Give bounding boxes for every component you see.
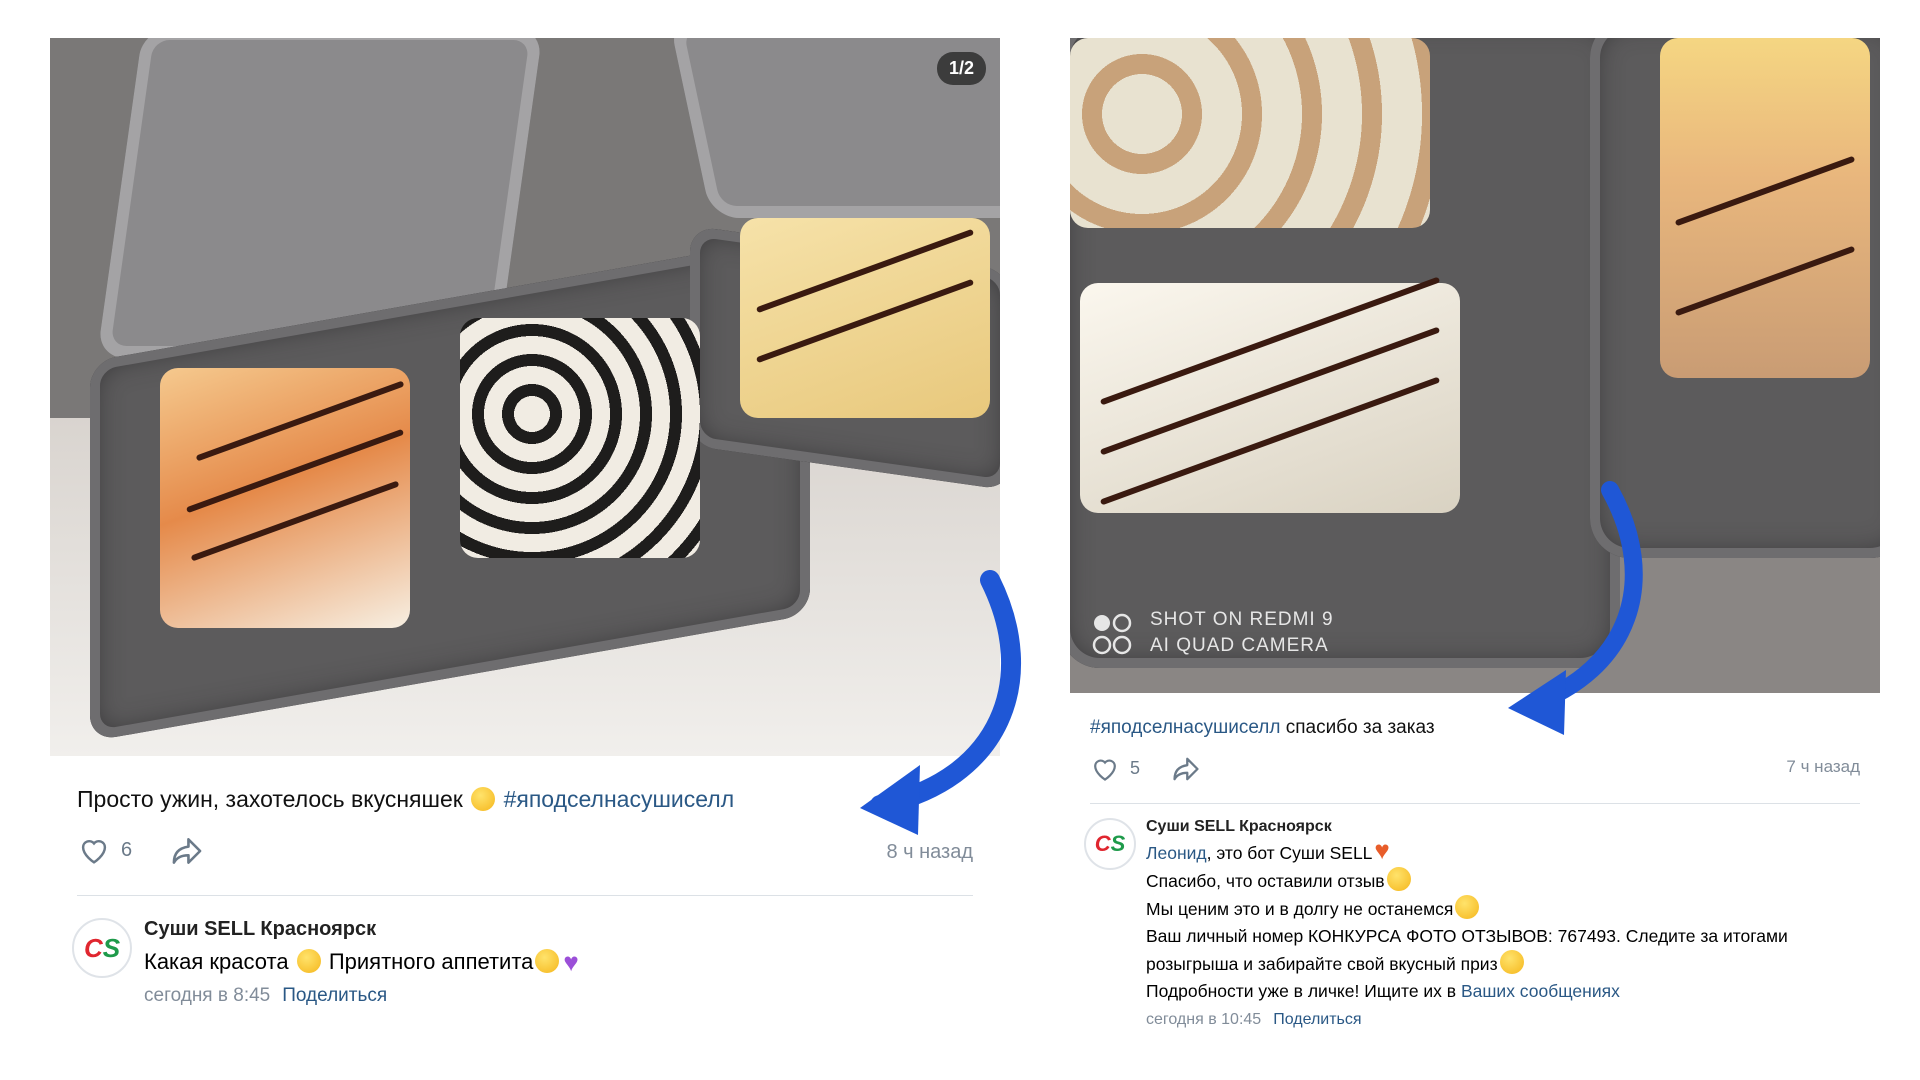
comment: CS Суши SELL Красноярск Какая красота Пр… bbox=[72, 918, 1000, 1007]
orange-heart-icon bbox=[1374, 837, 1396, 864]
comment-author[interactable]: Суши SELL Красноярск bbox=[144, 918, 1000, 941]
like-count: 5 bbox=[1130, 758, 1141, 778]
messages-link[interactable]: Ваших сообщениях bbox=[1461, 981, 1620, 1001]
avatar[interactable]: CS bbox=[72, 918, 132, 978]
comment-text-part: Спасибо, что оставили отзыв bbox=[1146, 871, 1385, 891]
mention-link[interactable]: Леонид bbox=[1146, 843, 1207, 863]
caption-text: Просто ужин, захотелось вкусняшек bbox=[77, 786, 470, 812]
purple-heart-icon bbox=[563, 947, 585, 978]
heart-eyes-emoji-icon bbox=[1386, 867, 1411, 891]
comment-meta: сегодня в 10:45 Поделиться bbox=[1146, 1011, 1880, 1029]
comment-body: Суши SELL Красноярск Леонид, это бот Суш… bbox=[1146, 818, 1880, 1029]
hugging-emoji-icon bbox=[1455, 895, 1480, 919]
share-arrow-icon bbox=[172, 838, 202, 864]
comment-line: розыгрыша и забирайте свой вкусный приз bbox=[1146, 950, 1880, 978]
avatar-letter-c: C bbox=[83, 932, 103, 963]
heart-outline-icon bbox=[81, 839, 107, 864]
roll-sauced bbox=[1080, 283, 1460, 513]
flushed-emoji-icon bbox=[296, 949, 321, 973]
avatar-letter-s: S bbox=[1110, 831, 1126, 856]
camera-watermark: SHOT ON REDMI 9 AI QUAD CAMERA bbox=[1092, 607, 1334, 659]
comment-text: Леонид, это бот Суши SELL Спасибо, что о… bbox=[1146, 837, 1880, 1005]
roll-salmon bbox=[160, 368, 410, 628]
post-actions: 6 8 ч назад bbox=[77, 835, 973, 896]
comment-text-part: розыгрыша и забирайте свой вкусный приз bbox=[1146, 954, 1498, 974]
hashtag-link[interactable]: #яподселнасушиселл bbox=[1090, 717, 1280, 738]
comment-line: Подробности уже в личке! Ищите их в Ваши… bbox=[1146, 978, 1880, 1005]
comment-line: Ваш личный номер КОНКУРСА ФОТО ОТЗЫВОВ: … bbox=[1146, 926, 1788, 946]
comment-body: Суши SELL Красноярск Какая красота Прият… bbox=[144, 918, 1000, 1007]
roll-baked bbox=[1660, 38, 1870, 378]
comment-line: Спасибо, что оставили отзыв bbox=[1146, 867, 1880, 895]
hugging-emoji-icon bbox=[1499, 950, 1524, 974]
sushi-photo-right[interactable]: SHOT ON REDMI 9 AI QUAD CAMERA bbox=[1070, 38, 1880, 693]
share-link[interactable]: Поделиться bbox=[282, 985, 387, 1006]
caption-text: спасибо за заказ bbox=[1280, 717, 1435, 738]
comment-text-part: Мы ценим это и в долгу не останемся bbox=[1146, 899, 1454, 919]
curved-arrow-icon bbox=[860, 570, 1021, 835]
review-post-left: 1/2 Просто ужин, захотелось вкусняшек #я… bbox=[50, 38, 1000, 1007]
share-button[interactable] bbox=[169, 835, 205, 872]
post-time[interactable]: 7 ч назад bbox=[1786, 757, 1860, 777]
comment-timestamp[interactable]: сегодня в 8:45 bbox=[144, 985, 270, 1006]
comment-text-part: Подробности уже в личке! Ищите их в bbox=[1146, 981, 1461, 1001]
like-button[interactable]: 5 bbox=[1090, 755, 1140, 782]
hashtag-link[interactable]: #яподселнасушиселл bbox=[504, 786, 735, 812]
review-post-right: SHOT ON REDMI 9 AI QUAD CAMERA #яподселн… bbox=[1070, 38, 1880, 1029]
roll-cheese-tops bbox=[1070, 38, 1430, 228]
like-button[interactable]: 6 bbox=[77, 835, 132, 865]
share-arrow-icon bbox=[1173, 757, 1199, 781]
like-count: 6 bbox=[121, 838, 133, 861]
share-button[interactable] bbox=[1170, 755, 1202, 788]
roll-nori bbox=[460, 318, 700, 558]
avatar-letter-s: S bbox=[102, 932, 121, 963]
comment-timestamp[interactable]: сегодня в 10:45 bbox=[1146, 1011, 1261, 1028]
post-time[interactable]: 8 ч назад bbox=[886, 841, 973, 864]
heart-outline-icon bbox=[1094, 759, 1116, 781]
yum-emoji-icon bbox=[535, 949, 560, 973]
avatar[interactable]: CS bbox=[1084, 818, 1136, 870]
smile-emoji-icon bbox=[471, 787, 496, 811]
comment-line: Мы ценим это и в долгу не останемся bbox=[1146, 895, 1880, 923]
post-caption: #яподселнасушиселл спасибо за заказ bbox=[1090, 717, 1880, 739]
comment-text: Какая красота Приятного аппетита bbox=[144, 947, 1000, 978]
comment-author[interactable]: Суши SELL Красноярск bbox=[1146, 818, 1880, 836]
comment-line: Леонид, это бот Суши SELL bbox=[1146, 837, 1880, 867]
curved-arrow-icon bbox=[1508, 481, 1643, 735]
share-link[interactable]: Поделиться bbox=[1273, 1011, 1361, 1028]
comment-text-part: Приятного аппетита bbox=[322, 949, 534, 974]
comment-meta: сегодня в 8:45 Поделиться bbox=[144, 985, 1000, 1007]
camera-rings-icon bbox=[1092, 613, 1132, 655]
comment: CS Суши SELL Красноярск Леонид, это бот … bbox=[1084, 818, 1880, 1029]
post-actions: 5 7 ч назад bbox=[1090, 755, 1860, 804]
comment-text-part: , это бот Суши SELL bbox=[1206, 843, 1373, 863]
photo-counter: 1/2 bbox=[936, 52, 986, 85]
comment-text-part: Какая красота bbox=[144, 949, 295, 974]
avatar-letter-c: C bbox=[1094, 831, 1111, 856]
